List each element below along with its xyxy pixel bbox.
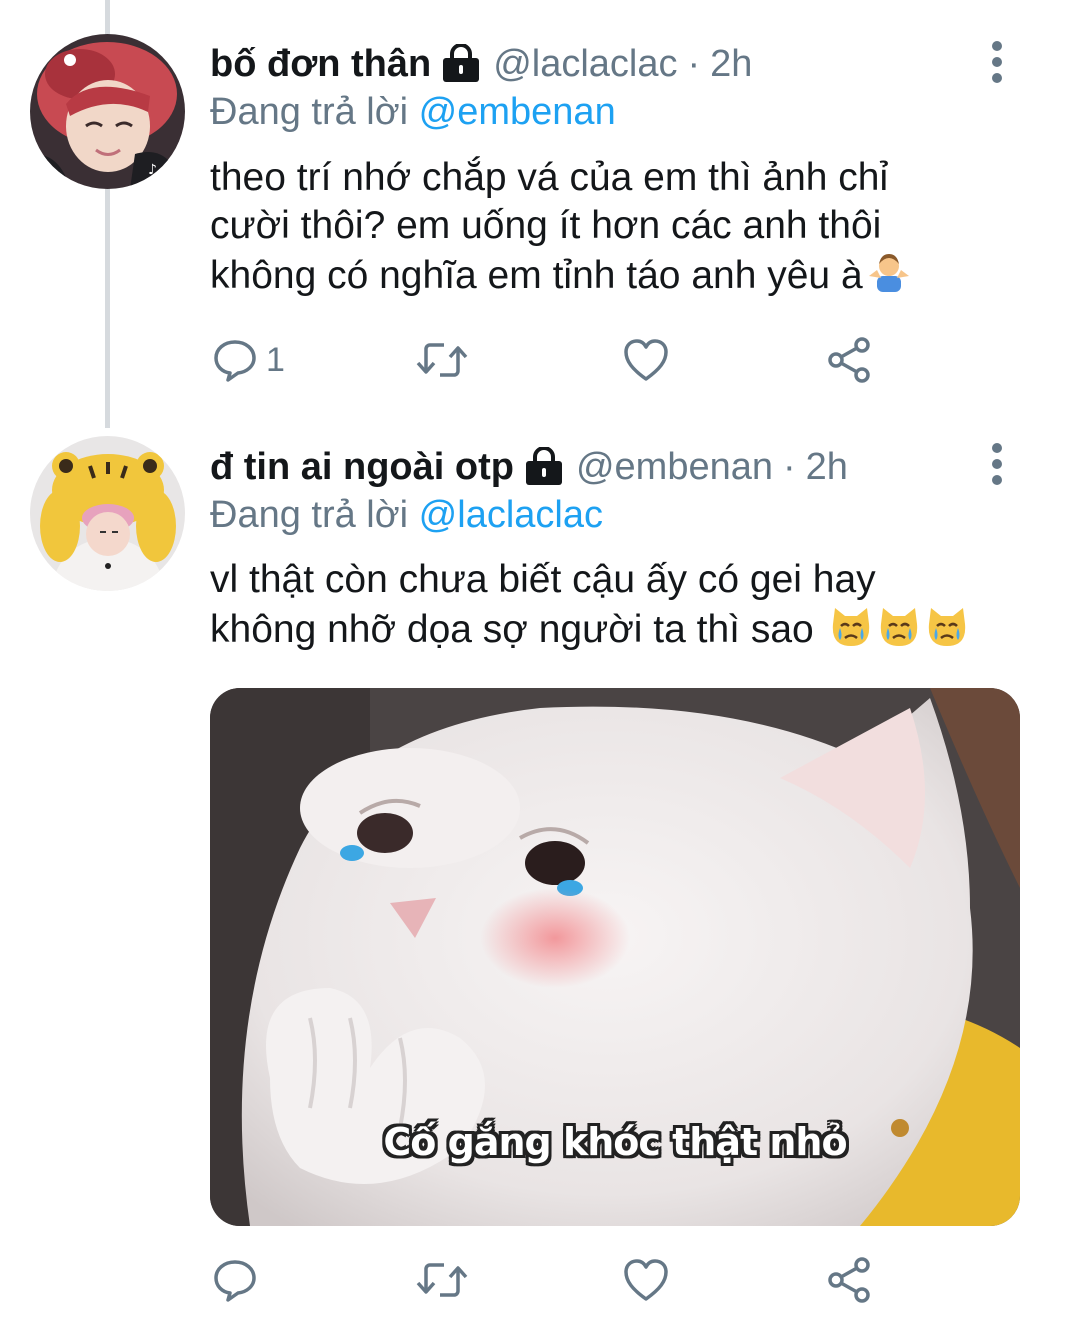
tweet-text: theo trí nhớ chắp vá của em thì ảnh chỉ … <box>210 154 1030 300</box>
media-caption: Cố gắng khóc thật nhỏ <box>383 1120 847 1164</box>
tweet-actions: 1 <box>212 330 912 390</box>
crying-cat-emoji-icon <box>877 604 921 648</box>
user-handle[interactable]: @laclaclac <box>493 41 677 87</box>
retweet-button[interactable] <box>414 330 470 390</box>
replying-to: Đang trả lời @laclaclac <box>210 492 603 538</box>
tweet-text: vl thật còn chưa biết cậu ấy có gei hay … <box>210 556 1030 654</box>
tweet-actions <box>212 1250 912 1310</box>
replying-to: Đang trả lời @embenan <box>210 89 616 135</box>
share-button[interactable] <box>826 1250 874 1310</box>
avatar[interactable] <box>30 436 185 591</box>
tweet-text-line: vl thật còn chưa biết cậu ấy có gei hay <box>210 558 876 601</box>
person-shrugging-emoji-icon <box>867 250 911 294</box>
tweet-text-line: không nhỡ dọa sợ người ta thì sao <box>210 604 1030 654</box>
replying-prefix: Đang trả lời <box>210 494 409 536</box>
svg-text:♪: ♪ <box>148 162 157 178</box>
crying-cat-emoji-icon <box>925 604 969 648</box>
mention-link[interactable]: @embenan <box>419 91 616 133</box>
reply-icon <box>212 1257 258 1303</box>
share-icon <box>826 1256 874 1304</box>
tweet-text-line: theo trí nhớ chắp vá của em thì ảnh chỉ <box>210 156 889 199</box>
tweet-1[interactable]: ♪ bố đơn thân @laclaclac · 2h Đang trả l… <box>0 0 1080 428</box>
reply-button[interactable]: 1 <box>212 330 285 390</box>
mention-link[interactable]: @laclaclac <box>419 494 603 536</box>
avatar[interactable]: ♪ <box>30 34 185 189</box>
retweet-icon <box>414 1257 470 1303</box>
lock-icon <box>441 43 481 84</box>
separator-dot: · <box>687 43 701 85</box>
retweet-icon <box>414 337 470 383</box>
display-name[interactable]: đ tin ai ngoài otp <box>210 444 514 490</box>
tweet-media-image[interactable]: Cố gắng khóc thật nhỏ <box>210 688 1020 1226</box>
crying-cat-emoji-icon <box>829 604 873 648</box>
like-button[interactable] <box>622 1250 670 1310</box>
tweet-text-line: cười thôi? em uống ít hơn các anh thôi <box>210 204 882 247</box>
like-icon <box>622 337 670 383</box>
user-handle[interactable]: @embenan <box>576 444 773 490</box>
share-button[interactable] <box>826 330 874 390</box>
tweet-header: bố đơn thân @laclaclac · 2h <box>210 41 752 87</box>
tweet-text-segment: không nhỡ dọa sợ người ta thì sao <box>210 608 814 651</box>
lock-icon <box>524 446 564 487</box>
like-icon <box>622 1257 670 1303</box>
separator-dot: · <box>783 446 796 488</box>
tweet-header: đ tin ai ngoài otp @embenan · 2h <box>210 444 848 490</box>
like-button[interactable] <box>622 330 670 390</box>
share-icon <box>826 336 874 384</box>
display-name[interactable]: bố đơn thân <box>210 41 431 87</box>
replying-prefix: Đang trả lời <box>210 91 409 133</box>
reply-icon <box>212 337 258 383</box>
reply-count: 1 <box>266 340 285 379</box>
more-vertical-icon[interactable] <box>982 40 1012 84</box>
timestamp[interactable]: 2h <box>710 41 752 87</box>
retweet-button[interactable] <box>414 1250 470 1310</box>
tweet-text-segment: không có nghĩa em tỉnh táo anh yêu à <box>210 254 863 297</box>
reply-button[interactable] <box>212 1250 258 1310</box>
more-vertical-icon[interactable] <box>982 442 1012 486</box>
tweet-text-line: không có nghĩa em tỉnh táo anh yêu à <box>210 250 1030 300</box>
timestamp[interactable]: 2h <box>806 444 848 490</box>
